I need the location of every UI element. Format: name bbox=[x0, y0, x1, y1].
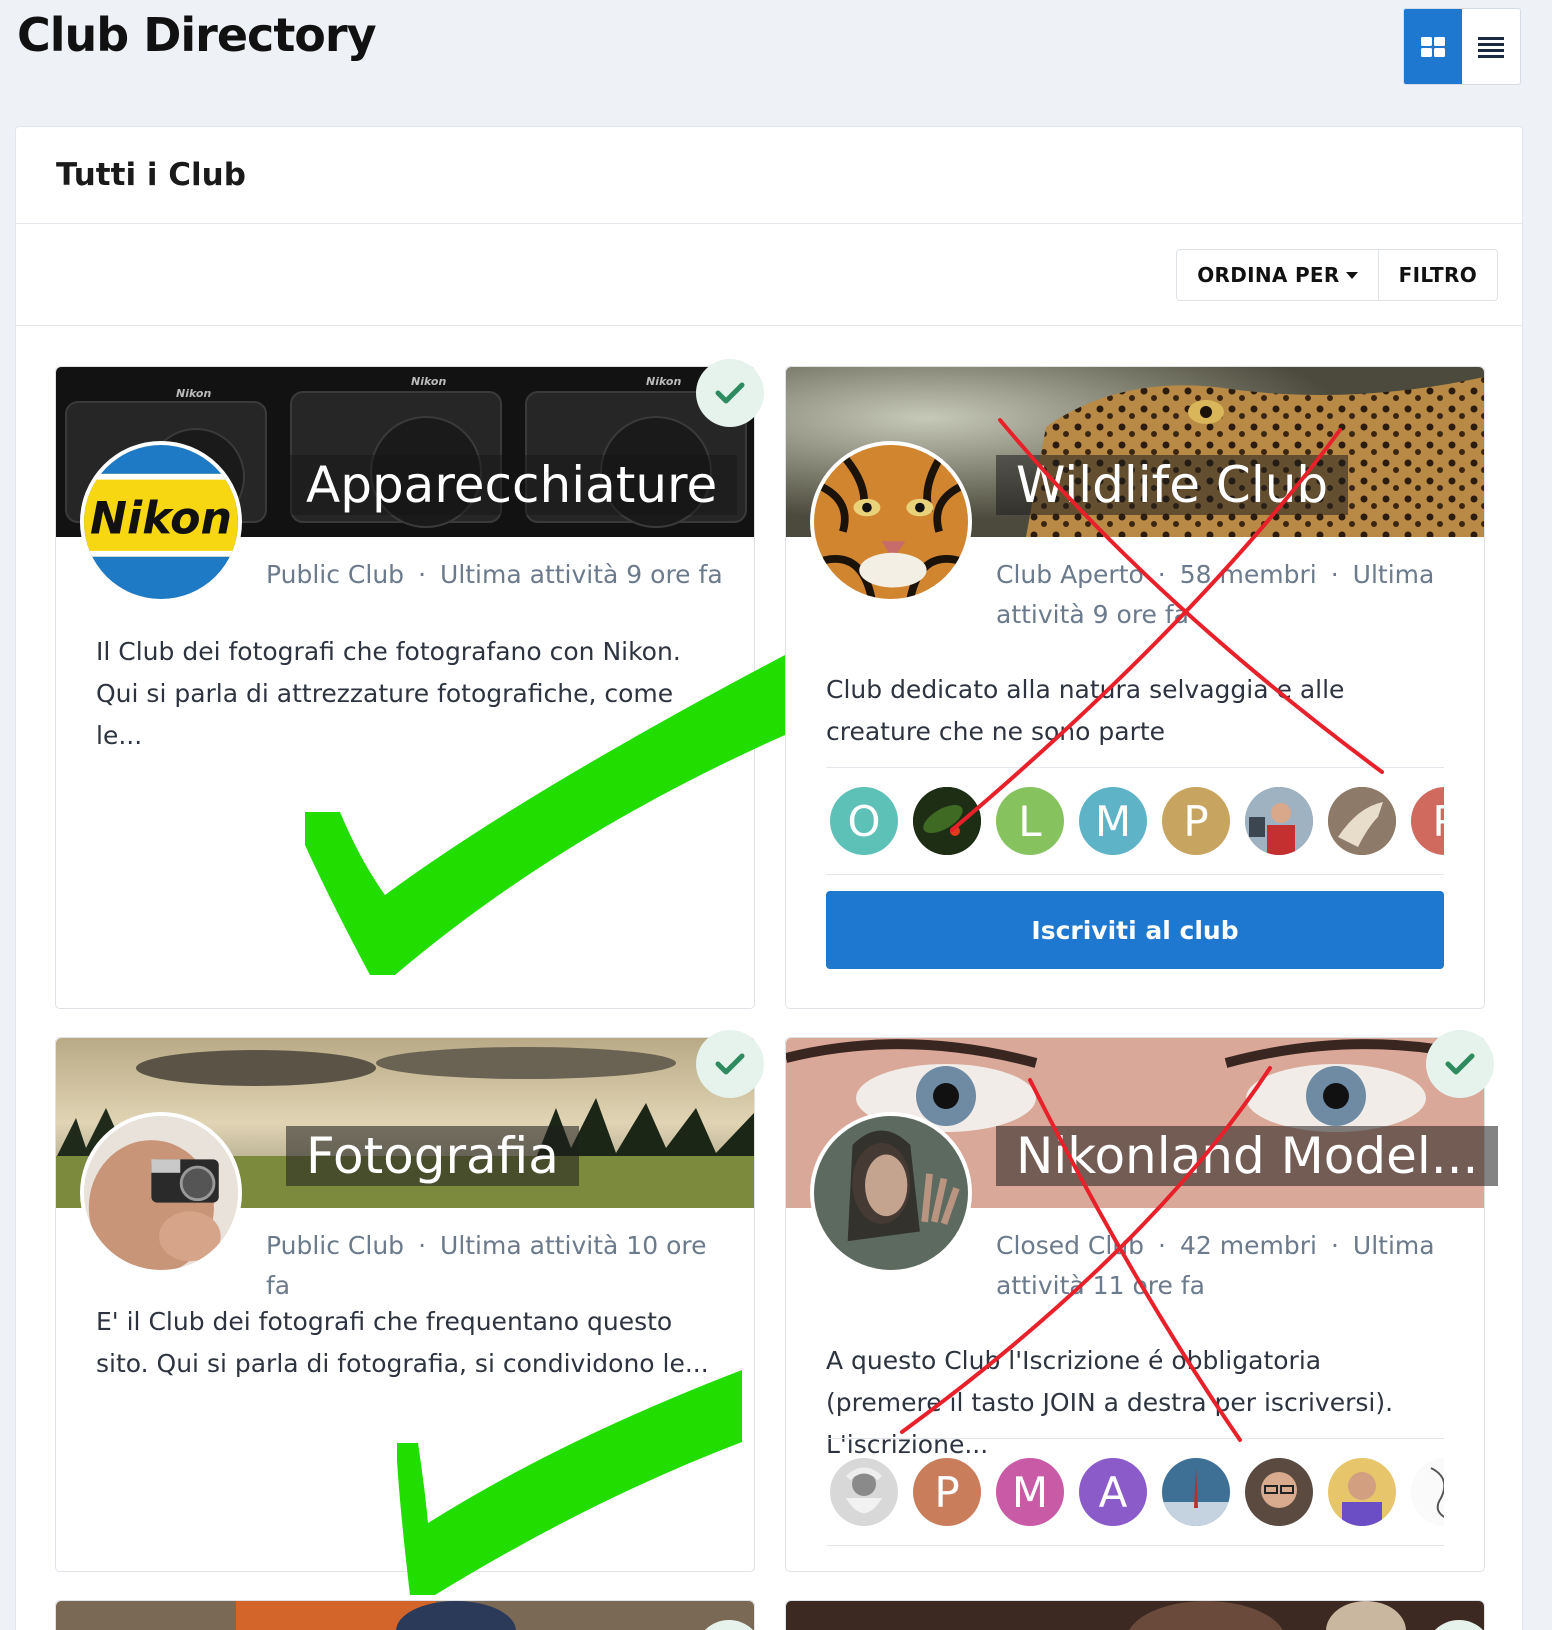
member-avatar[interactable] bbox=[830, 1458, 898, 1526]
member-avatar[interactable]: P bbox=[1411, 787, 1444, 855]
member-avatar[interactable]: O bbox=[830, 787, 898, 855]
club-description: Club dedicato alla natura selvaggia e al… bbox=[826, 675, 1345, 746]
list-icon bbox=[1478, 36, 1504, 58]
club-meta: Club Aperto · 58 membri · Ultima attività 9 … bbox=[996, 560, 1435, 629]
club-title[interactable]: Fotografia bbox=[286, 1126, 579, 1186]
view-toggle bbox=[1403, 8, 1521, 85]
club-card[interactable] bbox=[785, 1600, 1485, 1630]
sort-label: ORDINA PER bbox=[1197, 263, 1340, 287]
member-avatar[interactable] bbox=[913, 787, 981, 855]
club-card[interactable]: Fotografia Public Club · Ultima attività 1… bbox=[55, 1030, 764, 1572]
club-banner bbox=[786, 1601, 1484, 1630]
photographer-photo-icon bbox=[84, 1116, 238, 1270]
nikon-logo-icon: Nikon bbox=[84, 445, 238, 599]
member-avatar[interactable]: L bbox=[996, 787, 1064, 855]
svg-text:Nikon: Nikon bbox=[176, 387, 211, 400]
toolbar: ORDINA PER FILTRO bbox=[16, 224, 1522, 326]
member-list: O L M P P bbox=[826, 767, 1444, 875]
club-card[interactable]: Nikon Nikon Nikon Nikon Apparecchiature … bbox=[55, 359, 764, 1009]
club-activity: Ultima attività 9 ore fa bbox=[440, 560, 723, 589]
club-meta: Public Club · Ultima attività 10 ore fa bbox=[266, 1231, 707, 1300]
filter-button[interactable]: FILTRO bbox=[1377, 250, 1497, 300]
join-club-button[interactable]: Iscriviti al club bbox=[826, 891, 1444, 969]
joined-check-icon bbox=[696, 359, 764, 427]
joined-check-icon bbox=[696, 1030, 764, 1098]
tiger-photo-icon bbox=[814, 445, 968, 599]
page-title: Club Directory bbox=[17, 8, 377, 62]
club-card[interactable]: Wildlife Club Club Aperto · 58 membri · Ulti… bbox=[785, 366, 1485, 1009]
club-description: Il Club dei fotografi che fotografano co… bbox=[96, 637, 681, 750]
club-type: Public Club bbox=[266, 560, 405, 589]
club-avatar[interactable] bbox=[810, 441, 972, 603]
member-avatar[interactable] bbox=[1328, 1458, 1396, 1526]
club-meta: Closed Club · 42 membri · Ultima attività 11… bbox=[996, 1231, 1435, 1300]
club-title[interactable]: Apparecchiature bbox=[286, 455, 738, 515]
club-members-count: 58 membri bbox=[1179, 560, 1317, 589]
club-avatar[interactable] bbox=[80, 1112, 242, 1274]
club-type: Club Aperto bbox=[996, 560, 1144, 589]
grid-view-button[interactable] bbox=[1404, 9, 1462, 84]
member-avatar[interactable]: M bbox=[1079, 787, 1147, 855]
member-avatar[interactable] bbox=[1162, 1458, 1230, 1526]
club-banner bbox=[56, 1601, 754, 1630]
svg-text:Nikon: Nikon bbox=[90, 494, 232, 545]
svg-text:Nikon: Nikon bbox=[411, 375, 446, 388]
member-avatar[interactable]: P bbox=[913, 1458, 981, 1526]
member-avatar[interactable] bbox=[1245, 1458, 1313, 1526]
club-description: E' il Club dei fotografi che frequentano… bbox=[96, 1307, 709, 1378]
club-meta: Public Club · Ultima attività 9 ore fa bbox=[266, 560, 723, 589]
panel-title: Tutti i Club bbox=[16, 127, 1522, 224]
member-list: P M A bbox=[826, 1438, 1444, 1546]
club-card[interactable] bbox=[55, 1600, 755, 1630]
club-members-count: 42 membri bbox=[1180, 1231, 1317, 1260]
sort-filter-bar: ORDINA PER FILTRO bbox=[1176, 249, 1498, 301]
member-avatar[interactable] bbox=[1411, 1458, 1444, 1526]
member-avatar[interactable]: A bbox=[1079, 1458, 1147, 1526]
caret-down-icon bbox=[1345, 271, 1358, 279]
club-title[interactable]: Nikonland Model... bbox=[996, 1126, 1499, 1186]
club-type: Public Club bbox=[266, 1231, 405, 1260]
member-avatar[interactable] bbox=[1328, 787, 1396, 855]
club-title[interactable]: Wildlife Club bbox=[996, 455, 1349, 515]
model-photo-icon bbox=[814, 1116, 968, 1270]
sort-button[interactable]: ORDINA PER bbox=[1177, 250, 1377, 300]
club-card[interactable]: Nikonland Model... Closed Club · 42 membri… bbox=[785, 1030, 1499, 1572]
svg-text:Nikon: Nikon bbox=[646, 375, 681, 388]
club-type: Closed Club bbox=[996, 1231, 1145, 1260]
member-avatar[interactable]: M bbox=[996, 1458, 1064, 1526]
list-view-button[interactable] bbox=[1462, 9, 1520, 84]
grid-icon bbox=[1421, 36, 1445, 57]
member-avatar[interactable] bbox=[1245, 787, 1313, 855]
club-avatar[interactable] bbox=[810, 1112, 972, 1274]
filter-label: FILTRO bbox=[1398, 263, 1477, 287]
joined-check-icon bbox=[1426, 1030, 1494, 1098]
member-avatar[interactable]: P bbox=[1162, 787, 1230, 855]
club-avatar[interactable]: Nikon bbox=[80, 441, 242, 603]
